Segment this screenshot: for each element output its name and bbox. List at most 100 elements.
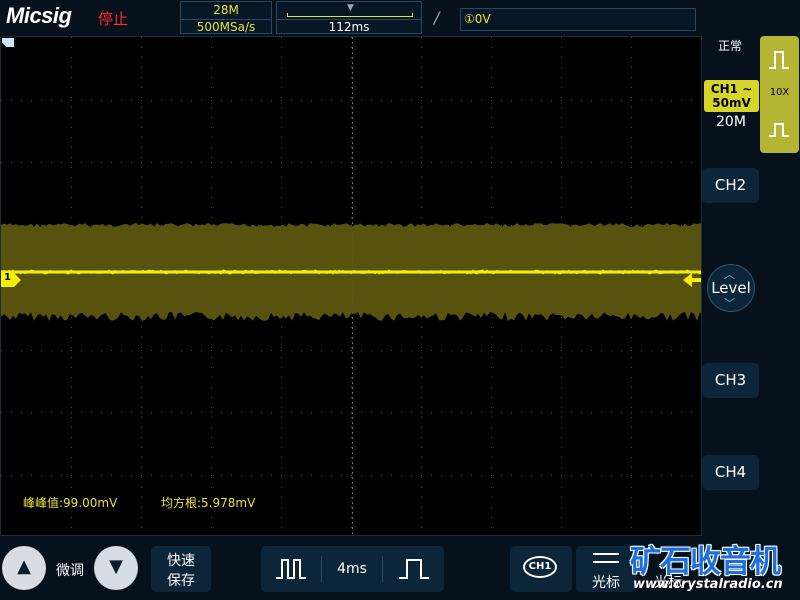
rising-edge-icon[interactable]: / <box>434 8 439 27</box>
grid-dot <box>351 437 352 438</box>
grid-dot <box>351 197 352 198</box>
grid-dot <box>211 457 212 458</box>
ch1-level-marker[interactable]: 1 <box>1 272 21 287</box>
level-knob[interactable]: ︿ Level ﹀ <box>707 264 755 312</box>
grid-dot <box>331 162 332 163</box>
grid-dot <box>21 100 22 101</box>
grid-dot <box>71 337 72 338</box>
timebase-increase-pulse-icon[interactable] <box>397 556 431 582</box>
grid-dot <box>31 100 32 101</box>
horizontal-position-box[interactable]: ▼ 112ms <box>276 1 422 34</box>
grid-dot <box>451 162 452 163</box>
ch4-button[interactable]: CH4 <box>702 455 759 490</box>
grid-dot <box>61 350 62 351</box>
acquisition-info-box[interactable]: 28M 500MSa/s <box>180 1 272 34</box>
grid-dot <box>301 475 302 476</box>
grid-dot <box>351 137 352 138</box>
chevron-down-icon: ﹀ <box>724 297 735 310</box>
grid-dot <box>141 137 142 138</box>
grid-dot <box>211 337 212 338</box>
ch1-probe-panel[interactable]: 10X <box>760 36 799 153</box>
timebase-value[interactable]: 4ms <box>321 556 383 582</box>
grid-dot <box>421 167 422 168</box>
grid-dot <box>421 117 422 118</box>
grid-dot <box>671 412 672 413</box>
grid-dot <box>281 475 282 476</box>
grid-dot <box>421 475 422 476</box>
pulse-icon <box>769 123 789 137</box>
grid-dot <box>101 162 102 163</box>
grid-dot <box>561 427 562 428</box>
right-control-panel: 正常 CH1 ∼ 50mV 20M 10X CH2 ︿ Level ﹀ CH3 … <box>702 36 800 536</box>
grid-dot <box>631 100 632 101</box>
quick-save-button[interactable]: 快速 保存 <box>151 546 211 592</box>
grid-dot <box>591 412 592 413</box>
trigger-info-box[interactable]: ①0V <box>460 8 696 31</box>
grid-dot <box>71 527 72 528</box>
center-axis-dot <box>352 327 353 329</box>
cursor-button[interactable]: 光标 <box>576 546 636 592</box>
grid-dot <box>631 147 632 148</box>
grid-dot <box>381 162 382 163</box>
grid-dot <box>571 225 572 226</box>
grid-dot <box>431 350 432 351</box>
grid-dot <box>81 100 82 101</box>
waveform-display[interactable]: 1 峰峰值:99.00mV 均方根:5.978mV <box>0 36 702 536</box>
grid-dot <box>281 147 282 148</box>
grid-dot <box>71 47 72 48</box>
grid-dot <box>631 417 632 418</box>
grid-dot <box>561 467 562 468</box>
acquisition-mode[interactable]: 正常 <box>718 37 742 54</box>
grid-dot <box>631 67 632 68</box>
grid-dot <box>561 167 562 168</box>
grid-dot <box>71 427 72 428</box>
triangle-down-icon: ▼ <box>109 556 123 577</box>
ch3-button[interactable]: CH3 <box>702 363 759 398</box>
cursor-label: 光标 <box>592 575 620 591</box>
grid-dot <box>21 475 22 476</box>
grid-dot <box>561 527 562 528</box>
fine-down-button[interactable]: ▼ <box>94 546 138 590</box>
grid-dot <box>491 47 492 48</box>
fine-up-button[interactable]: ▲ <box>2 546 46 590</box>
grid-dot <box>691 412 692 413</box>
center-axis-dot <box>352 167 353 169</box>
grid-dot <box>141 197 142 198</box>
grid-dot <box>211 177 212 178</box>
grid-dot <box>121 475 122 476</box>
grid-dot <box>61 475 62 476</box>
channel-select-button[interactable]: CH1 <box>510 546 572 592</box>
ch2-button[interactable]: CH2 <box>702 168 759 203</box>
timebase-decrease-pulse-icon[interactable] <box>274 556 308 582</box>
grid-dot <box>51 162 52 163</box>
grid-dot <box>491 97 492 98</box>
grid-dot <box>71 517 72 518</box>
grid-dot <box>141 187 142 188</box>
grid-dot <box>631 467 632 468</box>
run-stop-status[interactable]: 停止 <box>98 8 128 29</box>
peak-to-peak-measurement: 峰峰值:99.00mV <box>23 496 118 510</box>
grid-dot <box>71 487 72 488</box>
grid-dot <box>401 162 402 163</box>
grid-dot <box>631 87 632 88</box>
grid-dot <box>361 162 362 163</box>
ch1-settings-badge[interactable]: CH1 ∼ 50mV <box>704 80 759 112</box>
grid-dot <box>241 475 242 476</box>
grid-dot <box>181 162 182 163</box>
grid-dot <box>121 100 122 101</box>
grid-dot <box>141 177 142 178</box>
center-axis-dot <box>352 377 353 379</box>
grid-dot <box>281 507 282 508</box>
grid-dot <box>431 162 432 163</box>
grid-dot <box>441 475 442 476</box>
grid-dot <box>291 412 292 413</box>
grid-dot <box>211 387 212 388</box>
trigger-level-arrow-icon[interactable] <box>683 272 701 287</box>
center-axis-dot <box>352 147 353 149</box>
grid-dot <box>141 157 142 158</box>
grid-dot <box>301 100 302 101</box>
grid-dot <box>171 100 172 101</box>
grid-dot <box>61 412 62 413</box>
grid-dot <box>141 447 142 448</box>
channel-select-icon: CH1 <box>523 556 557 578</box>
